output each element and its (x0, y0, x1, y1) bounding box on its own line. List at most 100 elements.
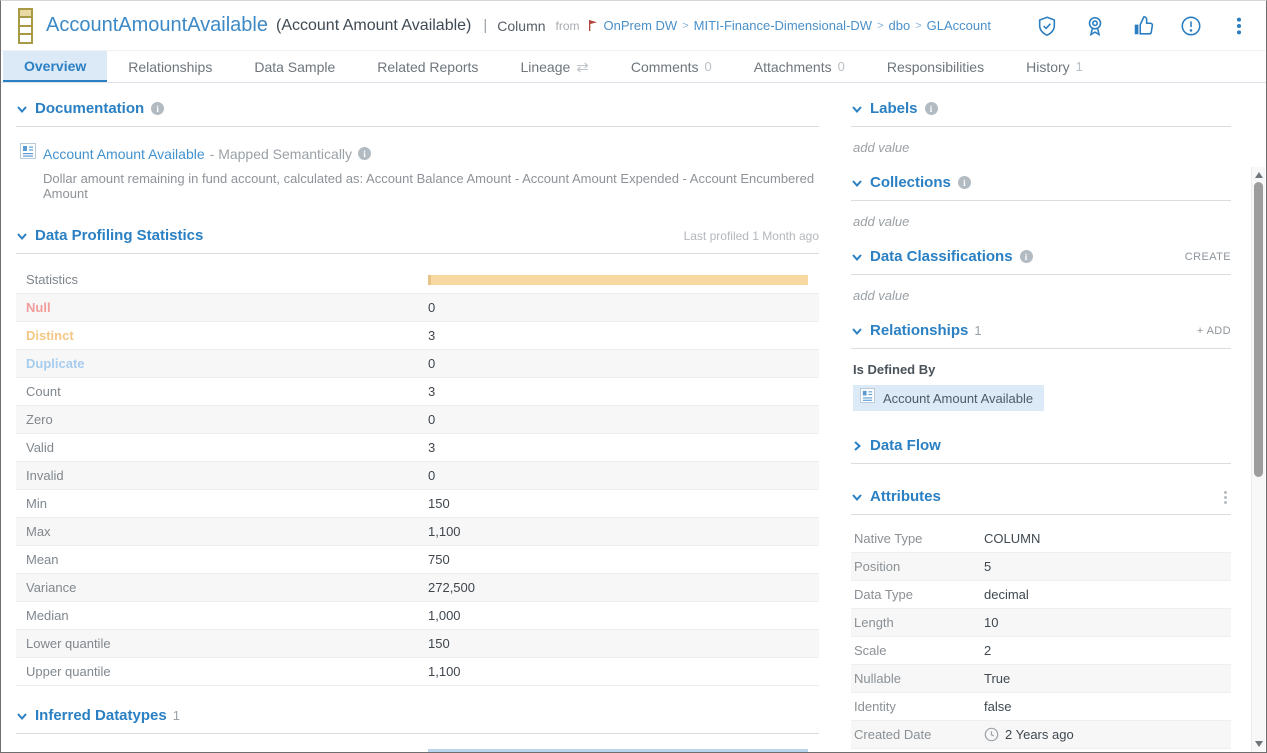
attribute-value: 10 (984, 615, 998, 630)
stat-label: Max (16, 524, 51, 539)
attribute-value-text: 2 (984, 643, 991, 658)
documentation-section-title[interactable]: Documentation (35, 100, 144, 117)
chevron-down-icon[interactable] (851, 251, 863, 263)
thumbs-up-icon[interactable] (1131, 15, 1154, 38)
breadcrumb-item[interactable]: MITI-Finance-Dimensional-DW (694, 18, 872, 33)
table-row: Distinct3 (16, 322, 819, 350)
scroll-up-arrow[interactable] (1255, 172, 1263, 178)
info-icon[interactable]: i (1020, 250, 1033, 263)
tab-label: Attachments (754, 59, 832, 75)
alert-circle-icon[interactable] (1179, 15, 1202, 38)
tab-responsibilities[interactable]: Responsibilities (866, 51, 1005, 82)
scroll-down-arrow[interactable] (1255, 741, 1263, 747)
add-relationship-button[interactable]: + ADD (1197, 325, 1231, 337)
datatype-percent-bar: 100% (428, 749, 808, 753)
scrollbar-thumb[interactable] (1254, 182, 1263, 477)
certified-icon[interactable] (1083, 15, 1106, 38)
chevron-down-icon[interactable] (851, 325, 863, 337)
info-icon[interactable]: i (925, 102, 938, 115)
stat-value: 272,500 (428, 580, 475, 595)
tab-overview[interactable]: Overview (3, 51, 107, 82)
info-icon[interactable]: i (958, 176, 971, 189)
table-row: Position5 (851, 553, 1231, 581)
attribute-value: 2 (984, 643, 991, 658)
profiling-section-title[interactable]: Data Profiling Statistics (35, 227, 203, 244)
tab-label: Responsibilities (887, 59, 984, 75)
create-button[interactable]: CREATE (1185, 251, 1231, 263)
shield-check-icon[interactable] (1035, 15, 1058, 38)
inferred-datatypes-count: 1 (173, 708, 180, 723)
attributes-menu-icon[interactable] (1224, 491, 1227, 504)
attribute-value: 2 Years ago (984, 727, 1074, 742)
attributes-section-title[interactable]: Attributes (870, 488, 941, 505)
stat-label: Null (16, 300, 51, 315)
attribute-value-text: COLUMN (984, 531, 1040, 546)
collections-section-title[interactable]: Collections (870, 174, 951, 191)
tab-relationships[interactable]: Relationships (107, 51, 233, 82)
labels-add-value[interactable]: add value (853, 140, 1231, 155)
classifications-add-value[interactable]: add value (853, 288, 1231, 303)
table-row: Native Type COLUMN (851, 525, 1231, 553)
page-title: AccountAmountAvailable (46, 14, 268, 37)
stat-value: 3 (428, 384, 435, 399)
attribute-value-text: false (984, 699, 1011, 714)
table-row: Min150 (16, 490, 819, 518)
divider (16, 126, 819, 127)
table-row: Variance272,500 (16, 574, 819, 602)
stat-value: 3 (428, 440, 435, 455)
classifications-section-title[interactable]: Data Classifications (870, 248, 1013, 265)
chevron-down-icon[interactable] (851, 491, 863, 503)
main-content: Documentation i Account Amount Available… (1, 83, 1266, 753)
chevron-down-icon[interactable] (851, 103, 863, 115)
term-link[interactable]: Account Amount Available (43, 146, 205, 162)
stat-value: 3 (428, 328, 435, 343)
chevron-down-icon[interactable] (16, 103, 28, 115)
tab-label: Related Reports (377, 59, 478, 75)
breadcrumb: OnPrem DW>MITI-Finance-Dimensional-DW>db… (604, 18, 991, 33)
table-row: Zero 0 (16, 406, 819, 434)
breadcrumb-item[interactable]: GLAccount (927, 18, 991, 33)
dataflow-section-title[interactable]: Data Flow (870, 437, 941, 454)
asset-type-label: Column (497, 18, 545, 34)
info-icon[interactable]: i (358, 147, 371, 160)
chevron-down-icon[interactable] (851, 177, 863, 189)
column-type-icon (18, 8, 33, 44)
tab-related-reports[interactable]: Related Reports (356, 51, 499, 82)
stat-label: Count (16, 384, 61, 399)
chevron-right-icon[interactable] (851, 440, 863, 452)
breadcrumb-item[interactable]: dbo (889, 18, 911, 33)
divider (851, 348, 1231, 349)
tab-history[interactable]: History1 (1005, 51, 1104, 82)
related-term-chip[interactable]: Account Amount Available (853, 385, 1044, 411)
divider (851, 200, 1231, 201)
breadcrumb-item[interactable]: OnPrem DW (604, 18, 678, 33)
tab-lineage[interactable]: Lineage⇄ (499, 51, 609, 82)
chevron-down-icon[interactable] (16, 710, 28, 722)
source-flag-icon (587, 19, 600, 32)
vertical-scrollbar[interactable] (1251, 167, 1265, 752)
stat-label: Zero (16, 412, 53, 427)
attribute-value: COLUMN (984, 531, 1040, 546)
stat-value: 0 (428, 412, 435, 427)
lineage-swap-icon: ⇄ (576, 58, 589, 76)
attribute-label: Native Type (851, 531, 922, 546)
header-actions (1035, 1, 1250, 51)
stat-label: Duplicate (16, 356, 85, 371)
tab-label: History (1026, 59, 1070, 75)
tab-data-sample[interactable]: Data Sample (233, 51, 356, 82)
stat-value: 1,000 (428, 608, 461, 623)
collections-add-value[interactable]: add value (853, 214, 1231, 229)
stat-value: 0 (428, 356, 435, 371)
chevron-down-icon[interactable] (16, 230, 28, 242)
tab-label: Data Sample (254, 59, 335, 75)
relationships-section-title[interactable]: Relationships (870, 322, 968, 339)
kebab-menu-icon[interactable] (1227, 15, 1250, 38)
inferred-datatypes-title[interactable]: Inferred Datatypes (35, 707, 167, 724)
stat-value: 0 (428, 300, 435, 315)
labels-section-title[interactable]: Labels (870, 100, 918, 117)
tab-comments[interactable]: Comments0 (610, 51, 733, 82)
info-icon[interactable]: i (151, 102, 164, 115)
table-row: Upper quantile1,100 (16, 658, 819, 686)
attribute-label: Position (851, 559, 900, 574)
tab-attachments[interactable]: Attachments0 (733, 51, 866, 82)
